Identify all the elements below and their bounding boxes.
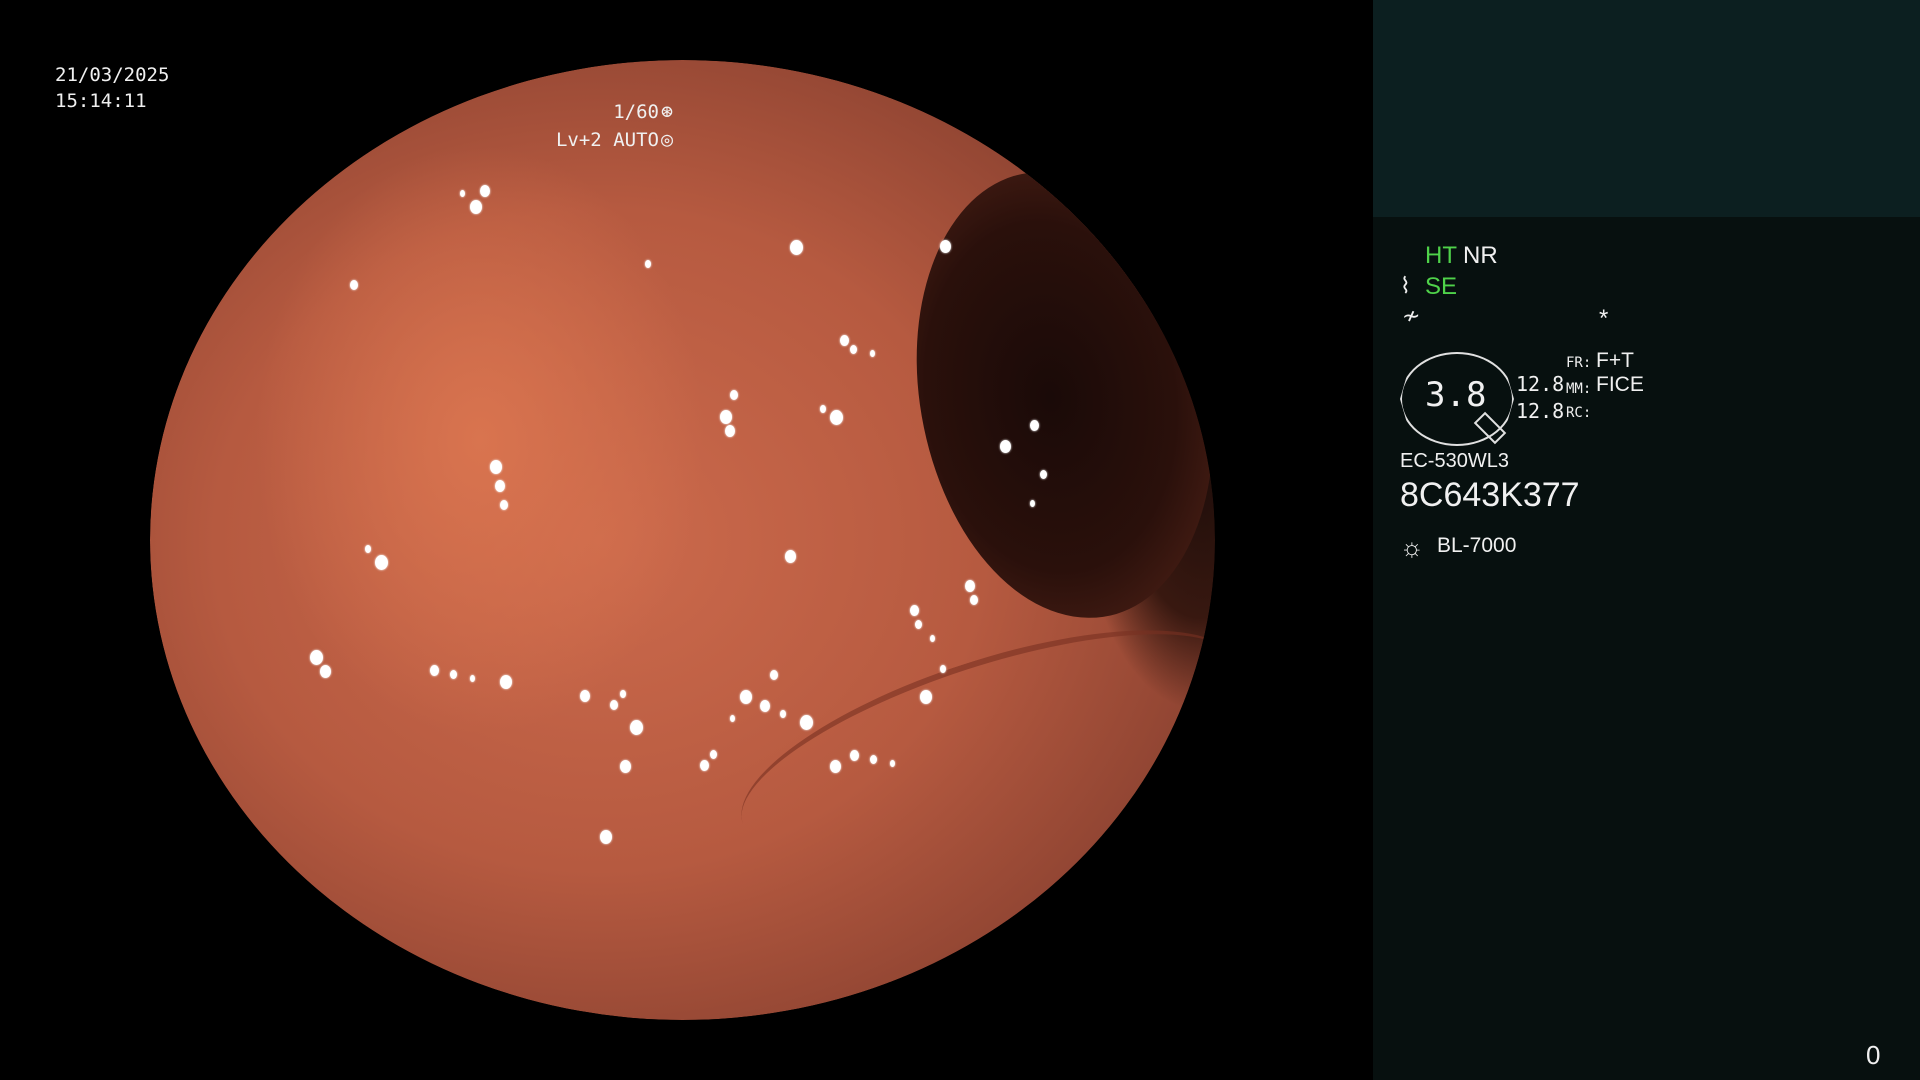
brightness-level: Lv+2 bbox=[555, 129, 602, 151]
mm-value: FICE bbox=[1596, 373, 1644, 396]
endoscopy-viewport: 21/03/2025 15:14:11 1/60 ⊛ Lv+2 AUTO ◎ bbox=[0, 0, 1373, 1080]
structure-enhancement-label: SE bbox=[1425, 273, 1458, 300]
side-panel-top bbox=[1373, 0, 1920, 217]
mucosal-fold bbox=[717, 583, 1215, 903]
colon-lumen bbox=[890, 152, 1215, 638]
noise-reduction-label: NR bbox=[1463, 242, 1498, 269]
hyper-tone-label: HT bbox=[1425, 242, 1457, 269]
zoom-value-2: 12.8 bbox=[1516, 399, 1565, 423]
time-label: 15:14:11 bbox=[55, 90, 147, 112]
rc-label: RC: bbox=[1566, 405, 1592, 421]
frame-counter: 0 bbox=[1866, 1040, 1881, 1070]
iris-indicator: Lv+2 AUTO ◎ bbox=[556, 126, 673, 153]
shutter-indicator: 1/60 ⊛ bbox=[613, 98, 673, 125]
date-label: 21/03/2025 bbox=[55, 64, 170, 86]
timestamp: 21/03/2025 15:14:11 bbox=[55, 62, 169, 114]
iris-icon: ◎ bbox=[660, 127, 673, 151]
zoom-value-1: 12.8 bbox=[1516, 372, 1565, 396]
shutter-value: 1/60 bbox=[613, 101, 659, 123]
structure-enhance-icon: ⌇ bbox=[1400, 273, 1411, 298]
star-indicator: * bbox=[1599, 305, 1609, 332]
endoscopic-image bbox=[150, 60, 1215, 1020]
fr-label: FR: bbox=[1566, 355, 1592, 371]
light-source-icon: ☼ bbox=[1400, 532, 1424, 562]
enhancement-icon: ≁ bbox=[1402, 303, 1421, 328]
light-source-label: BL-7000 bbox=[1437, 534, 1517, 557]
fr-value: F+T bbox=[1596, 349, 1634, 372]
aperture-icon: ⊛ bbox=[660, 99, 673, 123]
gauge-value: 3.8 bbox=[1425, 375, 1487, 415]
mm-label: MM: bbox=[1566, 381, 1592, 397]
settings-panel bbox=[1373, 217, 1920, 1080]
scope-model: EC-530WL3 bbox=[1400, 450, 1509, 472]
scope-serial: 8C643K377 bbox=[1400, 476, 1580, 514]
iris-mode: AUTO bbox=[613, 129, 659, 151]
